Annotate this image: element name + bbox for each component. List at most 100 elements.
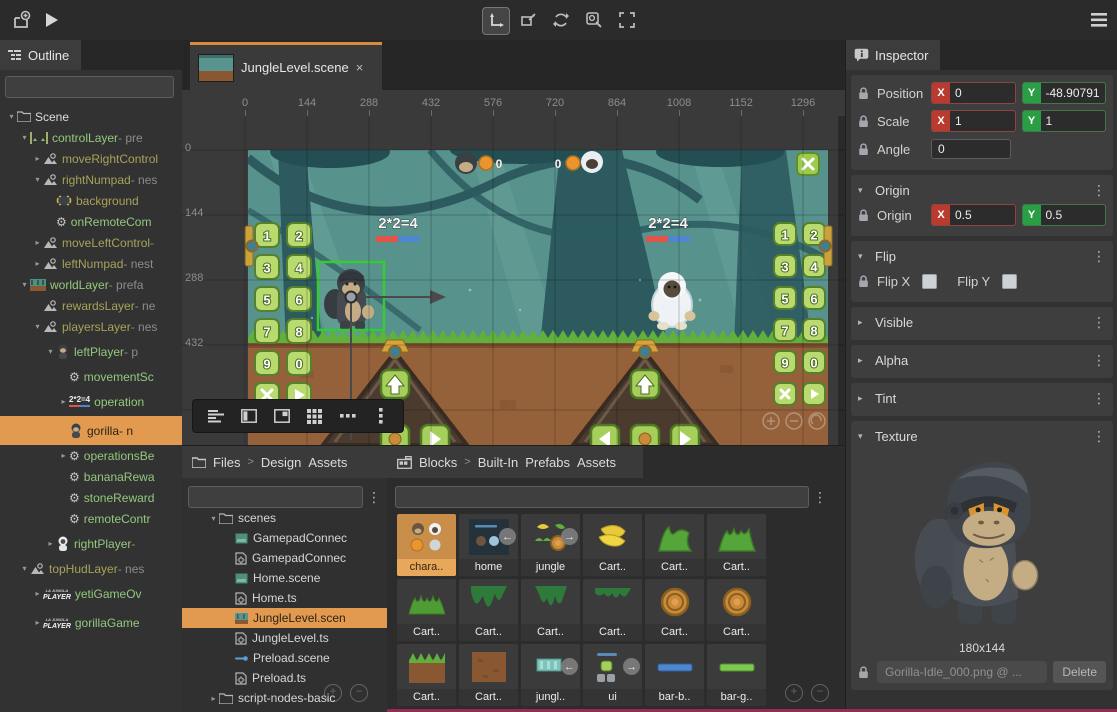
numpad-tile-9[interactable]: 9 <box>254 350 280 376</box>
asset-card-home[interactable]: ← home <box>459 514 518 576</box>
blocks-search-input[interactable] <box>395 486 809 508</box>
numpad-tile-4[interactable]: 4 <box>802 254 826 278</box>
expander-icon[interactable]: ▸ <box>32 154 43 163</box>
position-x-field[interactable]: X0 <box>931 82 1016 104</box>
outline-item-rewardsLayer[interactable]: rewardsLayer - ne <box>0 295 182 316</box>
asset-card-Cart[interactable]: Cart.. <box>583 579 642 641</box>
expander-icon[interactable]: ▸ <box>32 589 43 598</box>
control-tile[interactable] <box>669 423 701 445</box>
file-item-JungleLevel.ts[interactable]: JungleLevel.ts <box>182 628 387 648</box>
texture-menu-icon[interactable]: ⋮ <box>1092 429 1106 443</box>
expander-icon[interactable]: ▸ <box>32 238 43 247</box>
outline-item-onRemoteCom[interactable]: ⚙ onRemoteCom <box>0 211 182 232</box>
asset-card-Cart[interactable]: Cart.. <box>583 514 642 576</box>
blocks-tab-label[interactable]: Blocks <box>419 455 457 470</box>
lock-icon[interactable] <box>858 274 871 288</box>
asset-card-Cart[interactable]: Cart.. <box>397 579 456 641</box>
tint-menu-icon[interactable]: ⋮ <box>1092 391 1106 405</box>
asset-card-Cart[interactable]: Cart.. <box>645 579 704 641</box>
expander-icon[interactable]: ▾ <box>19 564 30 573</box>
expander-icon[interactable]: ▸ <box>45 539 56 548</box>
flip-x-checkbox[interactable] <box>922 273 938 289</box>
asset-card-ui[interactable]: → ui <box>583 644 642 706</box>
scale-y-field[interactable]: Y1 <box>1021 110 1106 132</box>
tint-section-header[interactable]: ▸ Tint ⋮ <box>858 387 1106 409</box>
tool-rotate-button[interactable] <box>548 7 574 33</box>
expander-icon[interactable]: ▸ <box>208 694 219 703</box>
more-vertical-icon[interactable] <box>370 405 392 427</box>
alpha-menu-icon[interactable]: ⋮ <box>1092 353 1106 367</box>
asset-card-Cart[interactable]: Cart.. <box>459 579 518 641</box>
up-arrow-tile[interactable] <box>629 368 661 400</box>
numpad-tile-3[interactable]: 3 <box>254 254 280 280</box>
position-y-field[interactable]: Y -48.90791 <box>1021 82 1106 104</box>
outline-search-input[interactable] <box>5 76 174 98</box>
outline-item-movementSc[interactable]: ⚙ movementSc <box>0 366 182 387</box>
numpad-tile-5[interactable]: 5 <box>773 286 797 310</box>
expander-icon[interactable]: ▸ <box>32 618 43 627</box>
numpad-tile-9[interactable]: 9 <box>773 350 797 374</box>
origin-section-header[interactable]: ▾ Origin ⋮ <box>858 179 1106 201</box>
numpad-tile-x[interactable] <box>773 382 797 406</box>
blocks-crumb-builtin[interactable]: Built-In <box>478 455 518 470</box>
expander-icon[interactable]: ▾ <box>19 280 30 289</box>
outline-item-leftPlayer[interactable]: ▾ leftPlayer - p <box>0 337 182 366</box>
tool-zoom-button[interactable] <box>581 7 607 33</box>
file-item-JungleLevel.scen[interactable]: JungleLevel.scen <box>182 608 387 628</box>
cycle-left-icon[interactable]: ← <box>499 528 516 545</box>
outline-item-moveLeftControl[interactable]: ▸ moveLeftControl - <box>0 232 182 253</box>
numpad-tile-6[interactable]: 6 <box>802 286 826 310</box>
visible-section-header[interactable]: ▸ Visible ⋮ <box>858 311 1106 333</box>
numpad-tile-7[interactable]: 7 <box>773 318 797 342</box>
flip-y-checkbox[interactable] <box>1002 273 1018 289</box>
lock-icon[interactable] <box>858 114 871 128</box>
asset-card-Cart[interactable]: Cart.. <box>707 514 766 576</box>
origin-y-field[interactable]: Y 0.5 <box>1021 204 1106 226</box>
cycle-left-icon[interactable]: ← <box>561 658 578 675</box>
asset-card-chara[interactable]: chara.. <box>397 514 456 576</box>
flip-section-header[interactable]: ▾ Flip ⋮ <box>858 245 1106 267</box>
close-tab-icon[interactable]: × <box>356 60 364 75</box>
outline-item-rightNumpad[interactable]: ▾ rightNumpad - nes <box>0 169 182 190</box>
lock-icon[interactable] <box>858 86 871 100</box>
numpad-tile-5[interactable]: 5 <box>254 286 280 312</box>
outline-item-topHudLayer[interactable]: ▾ topHudLayer - nes <box>0 558 182 579</box>
zoom-out-icon[interactable]: − <box>811 684 829 702</box>
outline-item-Scene[interactable]: ▾ Scene <box>0 106 182 127</box>
up-arrow-tile[interactable] <box>379 368 411 400</box>
scene-canvas[interactable]: 0 0 2*2=4 2*2=4 1 2 3 4 5 6 7 8 9 0 1 2 3 4 5 6 7 8 9 0 <box>182 116 845 445</box>
lock-icon[interactable] <box>858 142 871 156</box>
asset-card-Cart[interactable]: Cart.. <box>707 579 766 641</box>
zoom-in-icon[interactable]: + <box>324 684 342 702</box>
more-horizontal-icon[interactable] <box>337 405 359 427</box>
alpha-section-header[interactable]: ▸ Alpha ⋮ <box>858 349 1106 371</box>
close-level-button[interactable] <box>796 152 820 176</box>
scale-x-field[interactable]: X1 <box>931 110 1016 132</box>
visible-menu-icon[interactable]: ⋮ <box>1092 315 1106 329</box>
origin-menu-icon[interactable]: ⋮ <box>1092 183 1106 197</box>
numpad-tile-8[interactable]: 8 <box>802 318 826 342</box>
angle-field[interactable]: 0 <box>931 139 1011 159</box>
texture-section-header[interactable]: ▾ Texture ⋮ <box>858 425 1106 447</box>
tab-inspector[interactable]: Inspector <box>846 40 941 70</box>
panel-corner-icon[interactable] <box>271 405 293 427</box>
numpad-tile-play[interactable] <box>802 382 826 406</box>
expander-icon[interactable]: ▸ <box>58 451 69 460</box>
lock-icon[interactable] <box>858 665 871 679</box>
cycle-right-icon[interactable]: → <box>561 528 578 545</box>
outline-item-moveRightControl[interactable]: ▸ moveRightControl <box>0 148 182 169</box>
numpad-tile-1[interactable]: 1 <box>254 222 280 248</box>
file-item-GamepadConnec[interactable]: GamepadConnec <box>182 548 387 568</box>
outline-item-gorillaGame[interactable]: ▸ LA JUNGLA PLAYER gorillaGame <box>0 608 182 637</box>
blocks-crumb-assets[interactable]: Assets <box>577 455 616 470</box>
asset-card-jungl[interactable]: ← jungl.. <box>521 644 580 706</box>
outline-item-background[interactable]: background <box>0 190 182 211</box>
play-button[interactable] <box>38 7 64 33</box>
blocks-crumb-prefabs[interactable]: Prefabs <box>525 455 570 470</box>
expander-icon[interactable]: ▾ <box>6 112 17 121</box>
expander-icon[interactable]: ▾ <box>19 133 30 142</box>
outline-item-worldLayer[interactable]: ▾ worldLayer - prefa <box>0 274 182 295</box>
expander-icon[interactable]: ▾ <box>208 514 219 523</box>
numpad-tile-0[interactable]: 0 <box>802 350 826 374</box>
texture-file-field[interactable]: Gorilla-Idle_000.png @ ... <box>877 661 1048 683</box>
